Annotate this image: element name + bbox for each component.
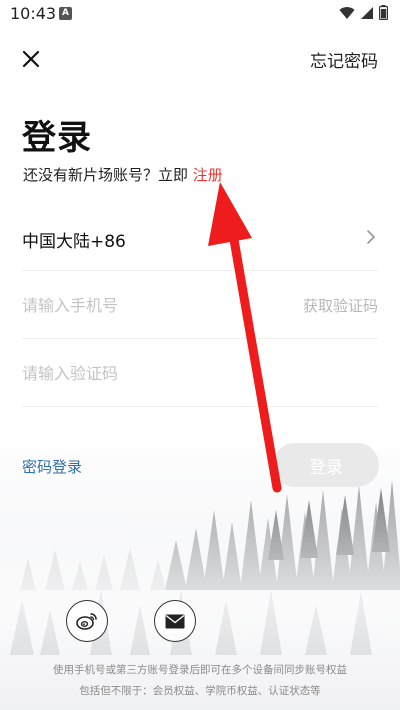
close-button[interactable] — [16, 44, 46, 74]
password-login-link[interactable]: 密码登录 — [22, 456, 82, 477]
status-time: 10:43 — [10, 4, 57, 23]
wifi-icon — [339, 6, 355, 19]
chevron-right-icon — [367, 230, 375, 244]
register-link[interactable]: 注册 — [193, 166, 223, 184]
phone-row: 获取验证码 — [22, 271, 378, 339]
code-row — [22, 339, 378, 407]
login-screen: 10:43 A 忘记密码 登录 还没有新片场账号？立即 注册 中国大陆+86 请… — [0, 0, 400, 710]
country-code-label: 中国大陆+86 — [22, 232, 126, 252]
weibo-login-button[interactable] — [66, 600, 108, 642]
country-code-selector[interactable]: 中国大陆+86 — [22, 203, 378, 271]
status-icons — [339, 5, 388, 20]
status-bar: 10:43 A — [0, 0, 400, 28]
get-code-button[interactable]: 获取验证码 — [303, 295, 378, 316]
register-prompt-text: 还没有新片场账号？立即 — [23, 166, 193, 184]
email-login-button[interactable] — [154, 600, 196, 642]
mail-icon — [165, 614, 185, 628]
verification-code-input[interactable] — [22, 357, 272, 389]
forgot-password-link[interactable]: 忘记密码 — [310, 47, 378, 72]
weibo-icon — [76, 613, 97, 630]
page-title: 登录 — [22, 118, 92, 158]
register-prompt: 还没有新片场账号？立即 注册 — [23, 164, 223, 185]
login-button[interactable]: 登录 — [273, 443, 379, 487]
close-icon — [22, 50, 40, 68]
footer-note-line1: 使用手机号或第三方账号登录后即可在多个设备间同步账号权益 — [53, 664, 347, 676]
phone-input[interactable] — [22, 289, 272, 321]
battery-icon — [379, 5, 388, 20]
signal-icon — [361, 6, 373, 19]
notification-badge-icon: A — [59, 7, 72, 20]
footer-note-line2: 包括但不限于：会员权益、学院币权益、认证状态等 — [79, 685, 321, 697]
